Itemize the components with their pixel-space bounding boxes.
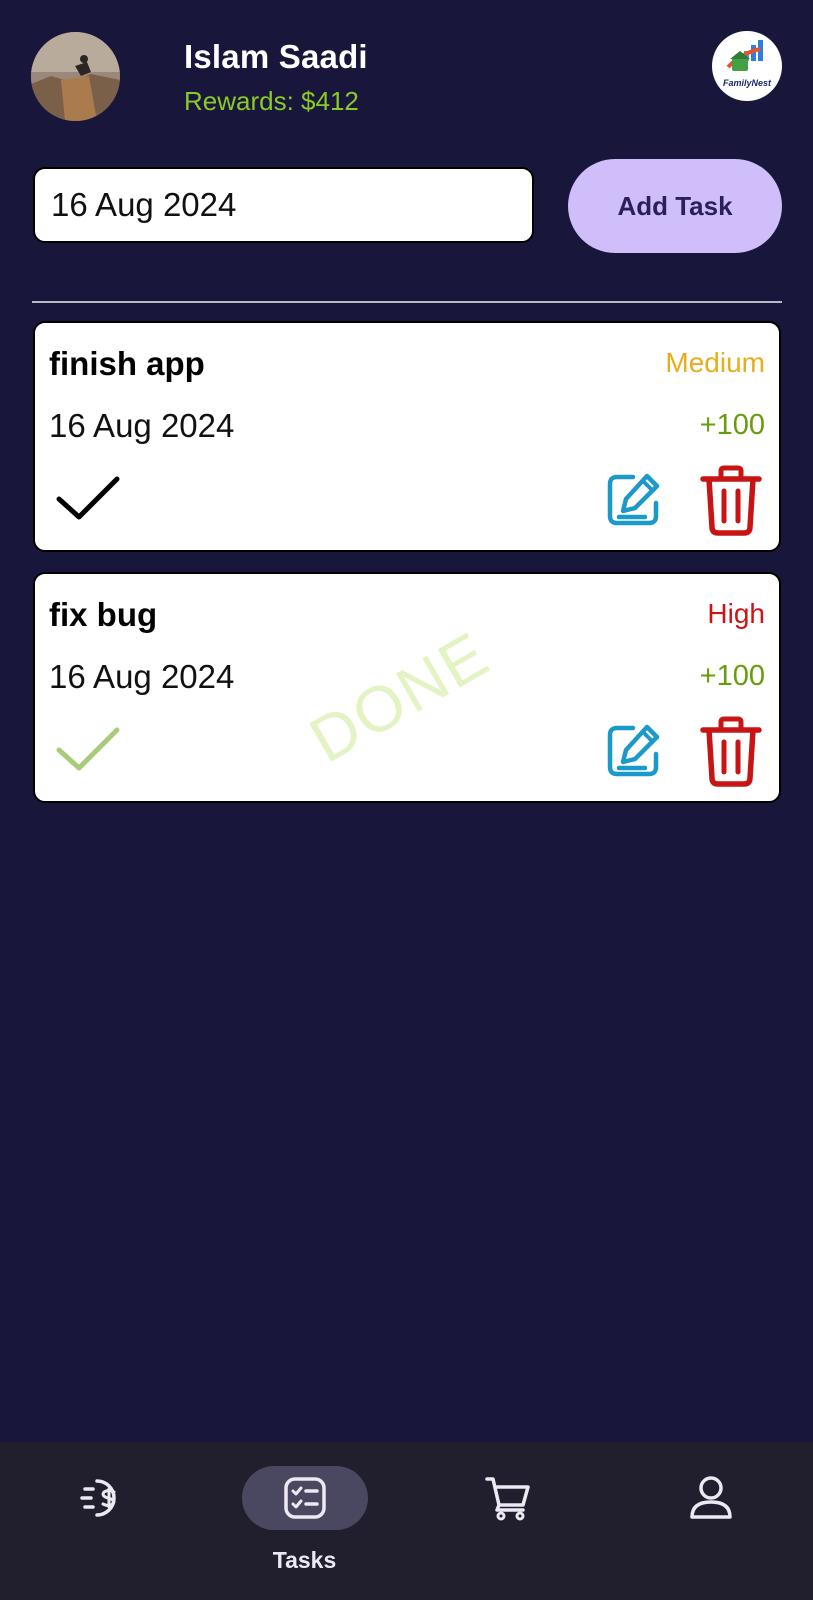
app-logo: FamilyNest xyxy=(712,31,782,101)
nav-icon-container xyxy=(39,1466,165,1530)
done-watermark: DONE xyxy=(297,617,501,777)
task-date: 16 Aug 2024 xyxy=(49,658,235,695)
cart-icon xyxy=(484,1477,530,1521)
nav-item-tasks[interactable]: Tasks xyxy=(203,1442,406,1600)
task-card[interactable]: fix bug High 16 Aug 2024 +100 DONE xyxy=(33,572,781,803)
task-card[interactable]: finish app Medium 16 Aug 2024 +100 xyxy=(33,321,781,552)
date-input[interactable] xyxy=(33,167,534,243)
task-points: +100 xyxy=(699,409,765,441)
nav-active-indicator xyxy=(241,1466,368,1530)
task-title: fix bug xyxy=(49,596,158,633)
task-title: finish app xyxy=(49,345,205,382)
user-icon xyxy=(689,1476,732,1519)
header: Islam Saadi Rewards: $412 FamilyNest xyxy=(0,0,813,150)
nav-item-shop[interactable] xyxy=(406,1442,609,1600)
task-list-icon xyxy=(283,1477,326,1519)
task-priority: Medium xyxy=(665,347,765,378)
user-name: Islam Saadi xyxy=(184,38,368,75)
nav-item-profile[interactable] xyxy=(609,1442,812,1600)
delete-icon[interactable] xyxy=(699,716,763,788)
svg-text:FamilyNest: FamilyNest xyxy=(723,78,772,88)
divider xyxy=(32,301,782,303)
bottom-navigation: Tasks xyxy=(0,1442,813,1600)
avatar-photo xyxy=(31,32,120,121)
task-date: 16 Aug 2024 xyxy=(49,407,235,444)
edit-icon[interactable] xyxy=(605,471,661,529)
task-priority: High xyxy=(707,598,765,629)
nav-icon-container xyxy=(445,1466,571,1530)
task-points: +100 xyxy=(699,660,765,692)
complete-check-icon[interactable] xyxy=(55,473,121,523)
avatar[interactable] xyxy=(31,32,120,121)
nav-item-rewards[interactable] xyxy=(0,1442,203,1600)
rewards-balance: Rewards: $412 xyxy=(184,86,359,116)
dollar-coin-icon xyxy=(79,1479,116,1517)
edit-icon[interactable] xyxy=(605,722,661,780)
completed-check-icon[interactable] xyxy=(55,724,121,774)
nav-label-tasks: Tasks xyxy=(272,1547,337,1573)
add-task-button[interactable]: Add Task xyxy=(568,159,782,253)
delete-icon[interactable] xyxy=(699,465,763,537)
nav-icon-container xyxy=(648,1466,774,1530)
